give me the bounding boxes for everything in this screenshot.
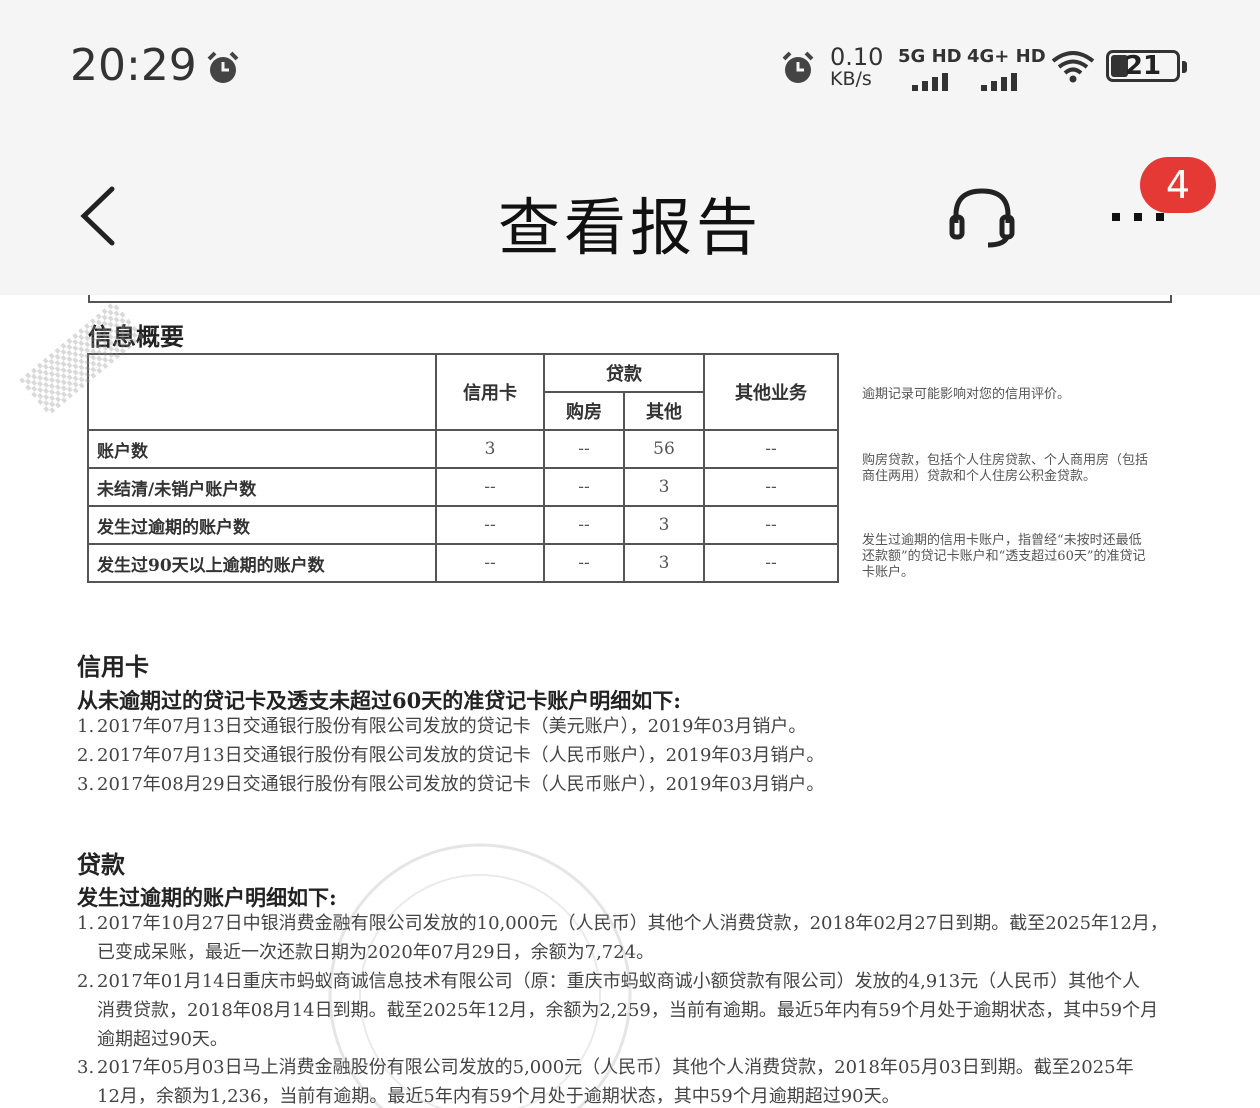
report-document[interactable]: 信息概要 信用卡 贷款 其他业务 购房 其他 账户数 3 -- 56 -- 未结… bbox=[0, 295, 1260, 1108]
header-credit: 信用卡 bbox=[435, 353, 545, 431]
cell-other-biz: -- bbox=[703, 467, 839, 507]
credit-card-section-title: 信用卡 bbox=[77, 652, 149, 681]
signal-bars-icon bbox=[912, 73, 962, 91]
cell-other: 3 bbox=[623, 467, 705, 507]
table-row: 发生过逾期的账户数 -- -- 3 -- bbox=[87, 505, 839, 545]
list-item: 2. 2017年07月13日交通银行股份有限公司发放的贷记卡（人民币账户），201… bbox=[77, 745, 825, 766]
sim2-label: 4G+ HD bbox=[967, 46, 1046, 67]
table-header-row: 信用卡 贷款 其他业务 bbox=[87, 353, 839, 431]
cell-house: -- bbox=[543, 467, 625, 507]
summary-section-title: 信息概要 bbox=[88, 322, 184, 351]
battery-icon: 21 bbox=[1106, 50, 1187, 82]
list-item: 1. 2017年10月27日中银消费金融有限公司发放的10,000元（人民币）其他… bbox=[77, 913, 1168, 963]
status-bar: 20:29 0.10 KB/s 5G HD 4G+ HD 21 bbox=[0, 0, 1260, 135]
list-item: 3. 2017年05月03日马上消费金融股份有限公司发放的5,000元（人民币）其… bbox=[77, 1057, 1134, 1107]
cell-other: 3 bbox=[623, 543, 705, 583]
battery-level: 21 bbox=[1124, 51, 1162, 81]
cell-other: 56 bbox=[623, 429, 705, 469]
cell-house: -- bbox=[543, 429, 625, 469]
summary-note: 购房贷款，包括个人住房贷款、个人商用房（包括商住两用）贷款和个人住房公积金贷款。 bbox=[862, 453, 1149, 484]
notification-badge: 4 bbox=[1140, 157, 1216, 213]
header-house: 购房 bbox=[543, 391, 625, 431]
header-other-biz: 其他业务 bbox=[703, 353, 839, 431]
row-label: 发生过90天以上逾期的账户数 bbox=[87, 543, 437, 583]
table-row: 发生过90天以上逾期的账户数 -- -- 3 -- bbox=[87, 543, 839, 583]
header-other: 其他 bbox=[623, 391, 705, 431]
headset-icon[interactable] bbox=[948, 185, 1016, 249]
list-item: 1. 2017年07月13日交通银行股份有限公司发放的贷记卡（美元账户），2019… bbox=[77, 716, 807, 737]
table-row: 未结清/未销户账户数 -- -- 3 -- bbox=[87, 467, 839, 507]
cell-credit: -- bbox=[435, 505, 545, 545]
wifi-icon bbox=[1051, 51, 1095, 83]
cell-credit: 3 bbox=[435, 429, 545, 469]
cell-other-biz: -- bbox=[703, 505, 839, 545]
cell-house: -- bbox=[543, 505, 625, 545]
list-item: 3. 2017年08月29日交通银行股份有限公司发放的贷记卡（人民币账户），201… bbox=[77, 774, 825, 795]
clock-time: 20:29 bbox=[70, 40, 197, 91]
cell-other-biz: -- bbox=[703, 429, 839, 469]
more-icon[interactable] bbox=[1112, 213, 1164, 221]
sim1-label: 5G HD bbox=[898, 46, 962, 67]
cell-other: 3 bbox=[623, 505, 705, 545]
alarm-clock-icon bbox=[207, 51, 239, 83]
cell-house: -- bbox=[543, 543, 625, 583]
loan-subtitle: 发生过逾期的账户明细如下: bbox=[77, 885, 337, 910]
previous-table-border bbox=[88, 295, 1172, 303]
row-label: 未结清/未销户账户数 bbox=[87, 467, 437, 507]
cell-credit: -- bbox=[435, 543, 545, 583]
row-label: 发生过逾期的账户数 bbox=[87, 505, 437, 545]
summary-note: 逾期记录可能影响对您的信用评价。 bbox=[862, 387, 1071, 402]
network-speed: 0.10 KB/s bbox=[830, 43, 884, 90]
alarm-clock-icon bbox=[782, 51, 814, 83]
cell-other-biz: -- bbox=[703, 543, 839, 583]
loan-section-title: 贷款 bbox=[77, 850, 125, 879]
header-empty bbox=[87, 353, 437, 431]
cell-credit: -- bbox=[435, 467, 545, 507]
page-title: 查看报告 bbox=[497, 191, 762, 264]
summary-table: 信用卡 贷款 其他业务 购房 其他 账户数 3 -- 56 -- 未结清/未销户… bbox=[87, 353, 839, 583]
sim2-signal: 4G+ HD bbox=[967, 46, 1046, 91]
nav-bar: 查看报告 4 bbox=[0, 135, 1260, 295]
sim1-signal: 5G HD bbox=[898, 46, 962, 91]
row-label: 账户数 bbox=[87, 429, 437, 469]
signal-bars-icon bbox=[981, 73, 1046, 91]
header-loan: 贷款 bbox=[543, 353, 705, 393]
list-item: 2. 2017年01月14日重庆市蚂蚁商诚信息技术有限公司（原：重庆市蚂蚁商诚小额… bbox=[77, 971, 1159, 1050]
table-row: 账户数 3 -- 56 -- bbox=[87, 429, 839, 469]
credit-card-subtitle: 从未逾期过的贷记卡及透支未超过60天的准贷记卡账户明细如下: bbox=[77, 688, 681, 713]
summary-note: 发生过逾期的信用卡账户，指曾经“未按时还最低还款额”的贷记卡账户和“透支超过60… bbox=[862, 533, 1146, 580]
